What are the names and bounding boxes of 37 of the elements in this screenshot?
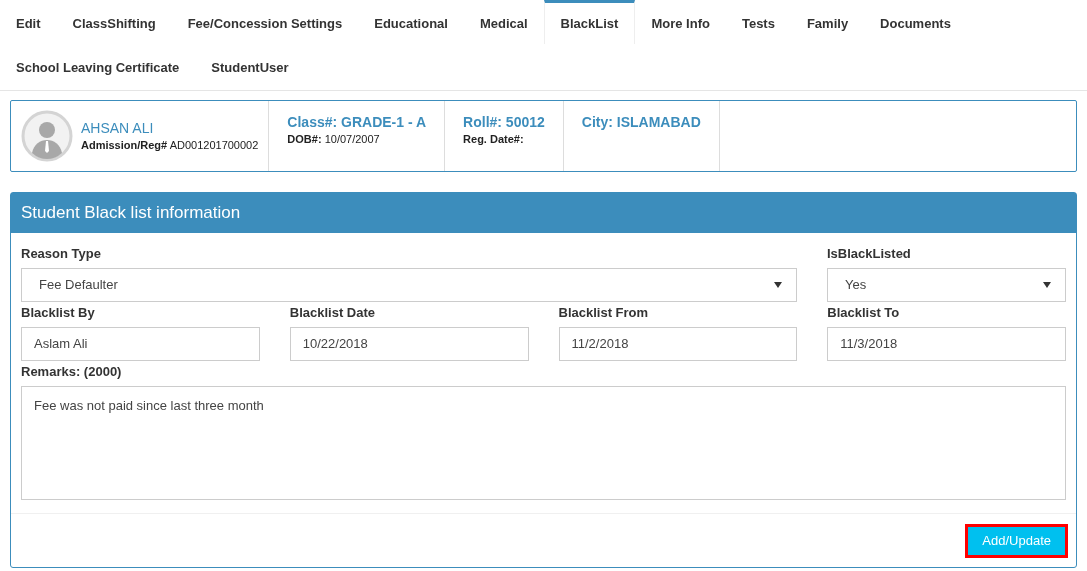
tab[interactable]: Documents — [864, 0, 967, 44]
field-label: Blacklist By — [21, 305, 96, 321]
roll-number: Roll#: 50012 — [463, 113, 545, 131]
caret-icon — [1043, 282, 1051, 288]
text-field[interactable]: 10/22/2018 — [289, 327, 529, 361]
panel-title: Student Black list information — [21, 202, 241, 225]
student-city: City: ISLAMABAD — [581, 113, 701, 131]
student-class: Class#: GRADE-1 - A — [287, 113, 427, 131]
admission-number: Admission/Reg# AD001201700002 — [81, 137, 259, 153]
tab[interactable]: BlackList — [543, 0, 636, 44]
tab[interactable]: StudentUser — [195, 44, 305, 88]
field-label: Remarks: (2000) — [21, 364, 123, 380]
text-field[interactable]: 11/2/2018 — [558, 327, 798, 361]
field-label: IsBlackListed — [827, 246, 912, 262]
dropdown[interactable]: Yes — [827, 268, 1066, 302]
remarks-field[interactable]: Fee was not paid since last three month — [21, 386, 1066, 500]
tab[interactable]: Edit — [0, 0, 57, 44]
tab[interactable]: More Info — [635, 0, 726, 44]
field-label: Blacklist To — [827, 305, 901, 321]
tab[interactable]: Fee/Concession Settings — [171, 0, 359, 44]
text-field[interactable]: Aslam Ali — [21, 327, 260, 361]
tab[interactable]: Medical — [463, 0, 544, 44]
field-label: Blacklist From — [558, 305, 650, 321]
tab[interactable]: Family — [790, 0, 865, 44]
text-field[interactable]: 11/3/2018 — [827, 327, 1066, 361]
tab[interactable]: Tests — [725, 0, 791, 44]
field-label: Blacklist Date — [289, 305, 376, 321]
dropdown[interactable]: Fee Defaulter — [21, 268, 797, 302]
tab[interactable]: Educational — [358, 0, 464, 44]
date-of-birth: DOB#: 10/07/2007 — [287, 132, 381, 147]
student-name: AHSAN ALI — [81, 118, 155, 137]
tab[interactable]: ClassShifting — [56, 0, 172, 44]
registration-date: Reg. Date#: — [463, 132, 525, 147]
avatar-icon — [21, 110, 73, 162]
field-label: Reason Type — [21, 246, 102, 262]
caret-icon — [774, 282, 782, 288]
tab[interactable]: School Leaving Certificate — [0, 44, 196, 88]
